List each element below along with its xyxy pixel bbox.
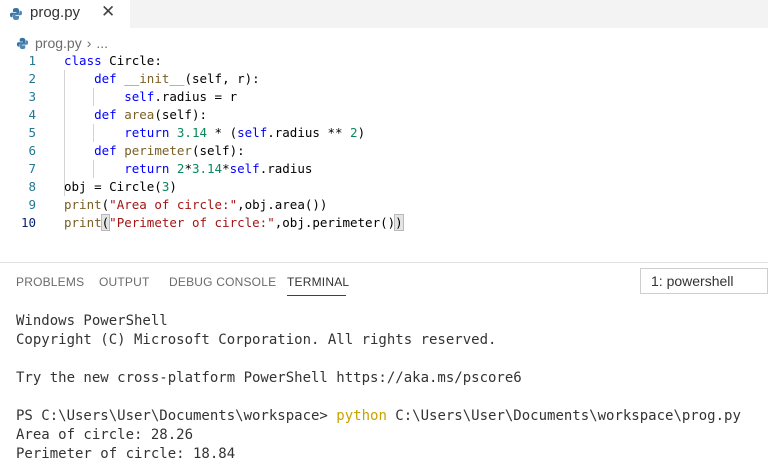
tab-output[interactable]: OUTPUT [99,275,150,289]
terminal-line: Copyright (C) Microsoft Corporation. All… [16,332,497,348]
breadcrumb-file[interactable]: prog.py [35,35,82,51]
python-file-icon [10,8,22,20]
code-line-active: 10 print("Perimeter of circle:",obj.perim… [20,214,404,231]
terminal-argument: C:\Users\User\Documents\workspace\prog.p… [386,408,741,424]
code-line: 2 def __init__(self, r): [28,71,260,86]
code-line: 8 obj = Circle(3) [28,179,177,194]
terminal-output[interactable]: Windows PowerShell Copyright (C) Microso… [16,312,741,464]
code-line: 6 def perimeter(self): [28,143,245,158]
python-file-icon [16,37,29,49]
terminal-shell-select[interactable]: 1: powershell [640,268,768,294]
tab-debug-console[interactable]: DEBUG CONSOLE [169,275,276,289]
breadcrumb: prog.py › ... [16,34,108,52]
tab-problems[interactable]: PROBLEMS [16,275,84,289]
terminal-line: Windows PowerShell [16,313,168,329]
tab-label: prog.py [30,4,81,21]
terminal-command: python [336,408,387,424]
code-editor[interactable]: 1 class Circle: 2 def __init__(self, r): … [0,52,768,242]
text-cursor [402,214,404,230]
chevron-right-icon: › [86,35,92,51]
tab-prog-py[interactable]: prog.py ✕ [0,0,130,28]
terminal-line: Area of circle: 28.26 [16,427,194,443]
editor-tab-bar: prog.py ✕ [0,0,768,28]
terminal-prompt: PS C:\Users\User\Documents\workspace> [16,408,337,424]
code-line: 7 return 2*3.14*self.radius [28,161,313,176]
code-line: 1 class Circle: [28,53,162,68]
close-icon[interactable]: ✕ [101,2,115,22]
code-line: 5 return 3.14 * (self.radius ** 2) [28,125,366,140]
terminal-line: Try the new cross-platform PowerShell ht… [16,370,522,386]
code-line: 4 def area(self): [28,107,208,122]
code-line: 3 self.radius = r [28,89,238,104]
terminal-command-line: PS C:\Users\User\Documents\workspace> py… [16,407,741,426]
terminal-line: Perimeter of circle: 18.84 [16,446,236,462]
breadcrumb-ellipsis[interactable]: ... [96,35,108,51]
code-line: 9 print("Area of circle:",obj.area()) [28,197,328,212]
active-tab-indicator [287,295,346,296]
tab-terminal[interactable]: TERMINAL [287,275,349,289]
